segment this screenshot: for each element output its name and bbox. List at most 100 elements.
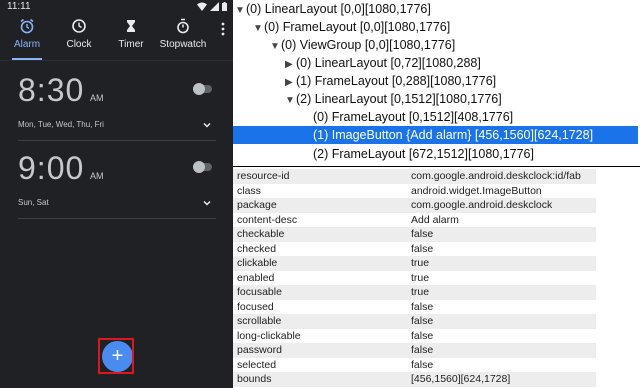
property-value: true xyxy=(411,257,430,269)
property-row[interactable]: checked false xyxy=(233,242,596,257)
battery-icon xyxy=(222,2,227,11)
phone-screen: 11:11 Alarm Clock Timer Stopwatch 8:30 A… xyxy=(0,0,233,388)
property-row[interactable]: checkable false xyxy=(233,227,596,242)
expand-arrow-icon[interactable]: ▼ xyxy=(285,92,296,110)
property-row[interactable]: focusable true xyxy=(233,285,596,300)
property-row[interactable]: long-clickable false xyxy=(233,329,596,344)
tree-node[interactable]: (2) FrameLayout [672,1512][1080,1776] xyxy=(313,145,534,163)
tree-node[interactable]: ▼(0) FrameLayout [0,0][1080,1776] xyxy=(253,18,450,36)
tab-stopwatch[interactable]: Stopwatch xyxy=(158,18,208,58)
property-key: bounds xyxy=(237,373,272,385)
chevron-down-icon[interactable] xyxy=(203,121,211,129)
alarm-time[interactable]: 8:30 xyxy=(18,72,84,109)
expand-arrow-icon[interactable]: ▼ xyxy=(270,38,281,56)
tree-node-label: (0) LinearLayout [0,72][1080,288] xyxy=(296,56,481,70)
tab-clock[interactable]: Clock xyxy=(54,18,104,58)
tree-node-label: (1) FrameLayout [0,288][1080,1776] xyxy=(296,74,497,88)
property-value: com.google.android.deskclock xyxy=(411,199,553,211)
property-key: selected xyxy=(237,358,277,371)
alarm-toggle[interactable] xyxy=(193,161,212,173)
property-row[interactable]: resource-id com.google.android.deskclock:… xyxy=(233,169,596,184)
alarm-divider xyxy=(18,140,216,141)
tree-node-label: (1) ImageButton {Add alarm} [456,1560][6… xyxy=(313,128,594,142)
signal-icon xyxy=(210,2,219,11)
property-row[interactable]: bounds [456,1560][624,1728] xyxy=(233,372,596,387)
status-time: 11:11 xyxy=(7,1,31,12)
tree-node[interactable]: ▼(0) ViewGroup [0,0][1080,1776] xyxy=(270,36,455,54)
property-row[interactable]: clickable true xyxy=(233,256,596,271)
property-key: content-desc xyxy=(237,213,298,226)
property-row[interactable]: password false xyxy=(233,343,596,358)
expand-arrow-icon[interactable]: ▼ xyxy=(253,20,264,38)
alarm-days: Sun, Sat xyxy=(18,198,49,207)
property-key: package xyxy=(237,199,277,211)
property-key: scrollable xyxy=(237,315,282,327)
tab-label: Timer xyxy=(118,39,144,50)
property-key: checkable xyxy=(237,228,285,240)
property-row[interactable]: enabled true xyxy=(233,271,596,286)
toggle-knob xyxy=(193,83,205,95)
alarm-ampm: AM xyxy=(90,93,104,103)
tab-timer[interactable]: Timer xyxy=(106,18,156,58)
toggle-knob xyxy=(193,161,205,173)
more-options-icon[interactable] xyxy=(219,22,227,36)
wifi-icon xyxy=(197,2,207,11)
alarm-item[interactable]: 8:30 AM Mon, Tue, Wed, Thu, Fri xyxy=(18,72,218,142)
property-value: false xyxy=(411,344,434,356)
alarm-days: Mon, Tue, Wed, Thu, Fri xyxy=(18,120,104,129)
alarm-time[interactable]: 9:00 xyxy=(18,150,84,187)
property-key: checked xyxy=(237,242,277,255)
tree-node[interactable]: ▶ (0) LinearLayout [0,72][1080,288] xyxy=(285,54,481,72)
expand-arrow-icon[interactable]: ▼ xyxy=(235,2,246,20)
hierarchy-tree: ▼(0) LinearLayout [0,0][1080,1776] ▼(0) … xyxy=(233,0,640,166)
panel-divider xyxy=(233,166,640,167)
property-key: enabled xyxy=(237,271,275,284)
alarm-divider xyxy=(18,218,216,219)
property-value: true xyxy=(411,286,430,298)
tree-node-label: (2) FrameLayout [672,1512][1080,1776] xyxy=(313,147,534,161)
tab-alarm[interactable]: Alarm xyxy=(2,18,52,58)
tree-node-label: (0) FrameLayout [0,1512][408,1776] xyxy=(313,110,514,124)
property-key: password xyxy=(237,344,282,356)
status-bar: 11:11 xyxy=(0,0,233,14)
property-value: android.widget.ImageButton xyxy=(411,184,542,197)
property-value: false xyxy=(411,300,434,313)
property-row[interactable]: package com.google.android.deskclock xyxy=(233,198,596,213)
property-key: focusable xyxy=(237,286,282,298)
property-value: false xyxy=(411,358,434,371)
tab-label: Alarm xyxy=(13,39,41,50)
tree-node-label: (0) ViewGroup [0,0][1080,1776] xyxy=(281,38,456,52)
selection-highlight-box xyxy=(98,338,134,374)
tree-node-label: (0) FrameLayout [0,0][1080,1776] xyxy=(264,20,451,34)
property-value: false xyxy=(411,315,434,327)
property-row[interactable]: content-desc Add alarm xyxy=(233,213,596,228)
property-value: false xyxy=(411,329,434,342)
property-value: Add alarm xyxy=(411,213,459,226)
tree-node[interactable]: ▼(0) LinearLayout [0,0][1080,1776] xyxy=(235,0,431,18)
property-key: resource-id xyxy=(237,170,290,182)
tab-bar: Alarm Clock Timer Stopwatch xyxy=(0,14,233,58)
tree-node-selected[interactable]: (1) ImageButton {Add alarm} [456,1560][6… xyxy=(233,126,638,144)
tree-node[interactable]: (0) FrameLayout [0,1512][408,1776] xyxy=(313,108,513,126)
property-row[interactable]: class android.widget.ImageButton xyxy=(233,184,596,199)
chevron-down-icon[interactable] xyxy=(203,199,211,207)
property-row[interactable]: selected false xyxy=(233,358,596,373)
property-row[interactable]: focused false xyxy=(233,300,596,315)
alarm-toggle[interactable] xyxy=(193,83,212,95)
tree-node-label: (0) LinearLayout [0,0][1080,1776] xyxy=(246,2,431,16)
tab-divider xyxy=(0,60,233,61)
hourglass-icon xyxy=(127,20,135,32)
tree-node[interactable]: ▶ (1) FrameLayout [0,288][1080,1776] xyxy=(285,72,496,90)
property-key: class xyxy=(237,184,261,197)
tree-node[interactable]: ▼(2) LinearLayout [0,1512][1080,1776] xyxy=(285,90,502,108)
property-key: clickable xyxy=(237,257,278,269)
clock-icon xyxy=(72,19,86,33)
tab-label: Clock xyxy=(66,39,92,50)
property-value: [456,1560][624,1728] xyxy=(411,373,511,385)
alarm-ampm: AM xyxy=(90,171,104,181)
alarm-item[interactable]: 9:00 AM Sun, Sat xyxy=(18,150,218,220)
property-key: focused xyxy=(237,300,274,313)
properties-table: resource-id com.google.android.deskclock:… xyxy=(233,169,640,388)
property-value: false xyxy=(411,242,434,255)
property-row[interactable]: scrollable false xyxy=(233,314,596,329)
